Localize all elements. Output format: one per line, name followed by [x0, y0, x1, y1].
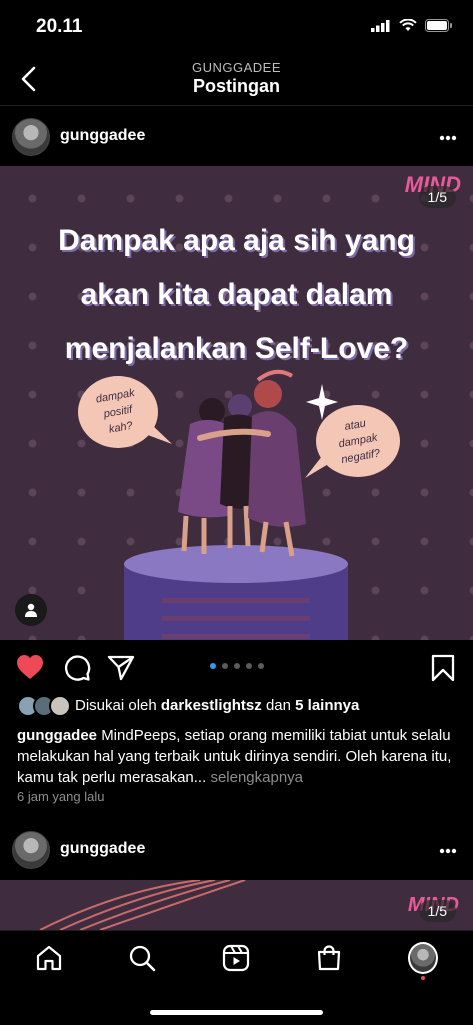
post2-image[interactable]: MIND [0, 880, 473, 930]
caption-more-link[interactable]: selengkapnya [210, 769, 303, 786]
post-image[interactable]: Dampak apa aja sih yang akan kita dapat … [0, 166, 473, 640]
status-time: 20.11 [36, 16, 83, 37]
carousel-dot [245, 663, 252, 669]
carousel-dot [257, 663, 264, 669]
post2-counter-badge: 1/5 [418, 900, 456, 922]
reels-icon [222, 944, 250, 972]
share-button[interactable] [107, 654, 135, 687]
carousel-dot [233, 663, 240, 669]
image-counter-badge: 1/5 [418, 186, 456, 208]
liker-username[interactable]: darkestlightsz [161, 697, 262, 714]
battery-icon [425, 19, 452, 32]
page-title: Postingan [192, 76, 280, 96]
post2-avatar[interactable] [12, 831, 50, 869]
caption-username[interactable]: gunggadee [17, 727, 97, 744]
more-icon [439, 848, 457, 854]
illustration: dampak positif kah? atau dampak negatif? [78, 369, 400, 640]
like-button[interactable] [16, 654, 44, 685]
likes-summary[interactable]: Disukai oleh darkestlightsz dan 5 lainny… [75, 697, 359, 714]
home-indicator [150, 1010, 323, 1015]
nav-home[interactable] [34, 943, 64, 973]
nav-reels[interactable] [221, 943, 251, 973]
hugging-figures [178, 369, 306, 557]
comment-button[interactable] [63, 654, 91, 687]
nav-shop[interactable] [314, 943, 344, 973]
carousel-dot [209, 663, 216, 669]
post2-more-button[interactable] [439, 837, 457, 860]
liker-avatar [49, 695, 71, 717]
liker-avatars[interactable] [17, 695, 71, 717]
post-caption: gunggadee MindPeeps, setiap orang memili… [17, 725, 457, 788]
more-icon [439, 135, 457, 141]
shop-icon [317, 945, 341, 971]
save-button[interactable] [431, 654, 455, 687]
post-more-button[interactable] [439, 124, 457, 147]
post-avatar[interactable] [12, 118, 50, 156]
likes-middle: dan [265, 697, 291, 714]
header-account-name: GUNGGADEE [191, 60, 281, 75]
signal-icon [371, 19, 390, 32]
post-timestamp: 6 jam yang lalu [17, 789, 105, 804]
tagged-users-button[interactable] [15, 594, 47, 626]
profile-avatar [408, 942, 438, 974]
bookmark-icon [431, 654, 455, 682]
carousel-dot [221, 663, 228, 669]
header-divider [0, 105, 473, 106]
nav-profile[interactable] [408, 942, 438, 974]
likes-others[interactable]: 5 lainnya [295, 697, 359, 714]
search-icon [129, 945, 156, 972]
home-icon [36, 945, 62, 971]
post2-decoration [39, 880, 246, 930]
post2-username[interactable]: gunggadee [60, 840, 145, 858]
likes-prefix: Disukai oleh [75, 697, 157, 714]
carousel-indicator [0, 663, 473, 669]
profile-notification-dot [421, 976, 425, 980]
wifi-icon [399, 19, 417, 31]
status-icons [371, 19, 453, 32]
speech-bubble-right: atau dampak negatif? [305, 405, 400, 478]
speech-bubble-left: dampak positif kah? [78, 376, 172, 448]
user-icon [25, 603, 37, 617]
post-username[interactable]: gunggadee [60, 127, 145, 145]
nav-search[interactable] [127, 943, 157, 973]
